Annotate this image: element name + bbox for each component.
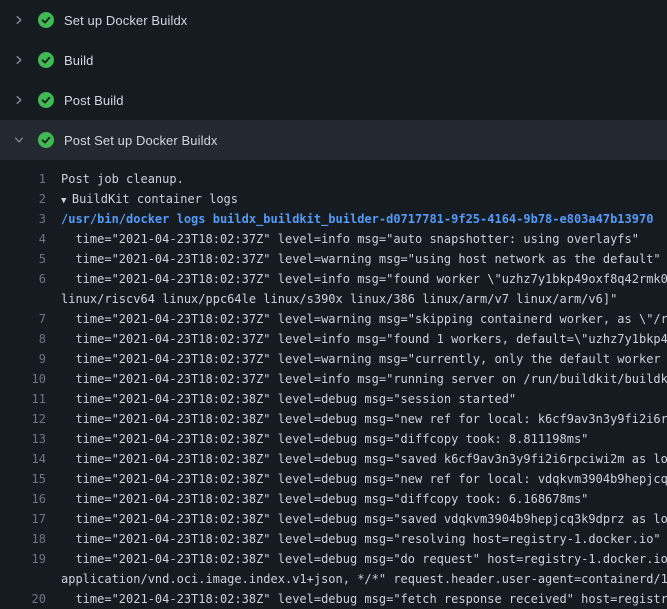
group-title[interactable]: BuildKit container logs — [72, 192, 238, 206]
log-line-text: time="2021-04-23T18:02:38Z" level=debug … — [46, 589, 667, 609]
log-line-number[interactable]: 4 — [0, 229, 46, 249]
log-line-text: time="2021-04-23T18:02:37Z" level=info m… — [46, 329, 667, 349]
log-line-number[interactable]: 10 — [0, 369, 46, 389]
step-label: Post Set up Docker Buildx — [64, 133, 218, 148]
log-line: application/vnd.oci.image.index.v1+json,… — [0, 569, 667, 589]
log-line-text: time="2021-04-23T18:02:38Z" level=debug … — [46, 449, 667, 469]
log-line-number[interactable]: 5 — [0, 249, 46, 269]
log-line: linux/riscv64 linux/ppc64le linux/s390x … — [0, 289, 667, 309]
log-line-text: time="2021-04-23T18:02:38Z" level=debug … — [46, 389, 667, 409]
log-line: 10 time="2021-04-23T18:02:37Z" level=inf… — [0, 369, 667, 389]
success-check-icon — [38, 12, 54, 28]
log-line-text: time="2021-04-23T18:02:37Z" level=info m… — [46, 229, 667, 249]
step-row[interactable]: Post Set up Docker Buildx — [0, 120, 667, 160]
step-label: Set up Docker Buildx — [64, 13, 187, 28]
log-line-number[interactable]: 6 — [0, 269, 46, 289]
log-line-text: time="2021-04-23T18:02:37Z" level=warnin… — [46, 349, 667, 369]
log-line-number[interactable]: 3 — [0, 209, 46, 229]
log-line-text: time="2021-04-23T18:02:38Z" level=debug … — [46, 509, 667, 529]
log-line: 4 time="2021-04-23T18:02:37Z" level=info… — [0, 229, 667, 249]
log-line-text: Post job cleanup. — [46, 169, 667, 189]
step-row[interactable]: Set up Docker Buildx — [0, 0, 667, 40]
log-line-text: time="2021-04-23T18:02:37Z" level=warnin… — [46, 249, 667, 269]
log-line: 15 time="2021-04-23T18:02:38Z" level=deb… — [0, 469, 667, 489]
log-line-text: time="2021-04-23T18:02:38Z" level=debug … — [46, 529, 667, 549]
step-row[interactable]: Post Build — [0, 80, 667, 120]
log-line-text: ▼ BuildKit container logs — [46, 189, 667, 209]
log-line: 19 time="2021-04-23T18:02:38Z" level=deb… — [0, 549, 667, 569]
log-line-number[interactable]: 11 — [0, 389, 46, 409]
success-check-icon — [38, 92, 54, 108]
log-line-number[interactable]: 17 — [0, 509, 46, 529]
log-line-number[interactable]: 18 — [0, 529, 46, 549]
log-line: 8 time="2021-04-23T18:02:37Z" level=info… — [0, 329, 667, 349]
log-line: 13 time="2021-04-23T18:02:38Z" level=deb… — [0, 429, 667, 449]
log-line-text: time="2021-04-23T18:02:37Z" level=info m… — [46, 269, 667, 289]
log-line-text: time="2021-04-23T18:02:38Z" level=debug … — [46, 549, 667, 569]
log-line-text: time="2021-04-23T18:02:38Z" level=debug … — [46, 469, 667, 489]
log-line-number[interactable]: 12 — [0, 409, 46, 429]
log-line: 2 ▼ BuildKit container logs — [0, 189, 667, 209]
step-label: Build — [64, 53, 93, 68]
log-line-number[interactable]: 13 — [0, 429, 46, 449]
log-line-text: time="2021-04-23T18:02:37Z" level=info m… — [46, 369, 667, 389]
group-expanded-icon[interactable]: ▼ — [61, 196, 72, 206]
log-line-number[interactable]: 1 — [0, 169, 46, 189]
log-line: 11 time="2021-04-23T18:02:38Z" level=deb… — [0, 389, 667, 409]
log-line: 5 time="2021-04-23T18:02:37Z" level=warn… — [0, 249, 667, 269]
log-view: 1 Post job cleanup. 2 ▼ BuildKit contain… — [0, 160, 667, 609]
log-line: 20 time="2021-04-23T18:02:38Z" level=deb… — [0, 589, 667, 609]
log-line-number[interactable]: 9 — [0, 349, 46, 369]
log-line-number[interactable]: 20 — [0, 589, 46, 609]
log-line: 16 time="2021-04-23T18:02:38Z" level=deb… — [0, 489, 667, 509]
chevron-down-icon[interactable] — [12, 133, 26, 147]
log-line: 9 time="2021-04-23T18:02:37Z" level=warn… — [0, 349, 667, 369]
log-line: 12 time="2021-04-23T18:02:38Z" level=deb… — [0, 409, 667, 429]
log-line-number[interactable]: 7 — [0, 309, 46, 329]
log-line: 17 time="2021-04-23T18:02:38Z" level=deb… — [0, 509, 667, 529]
log-line-number[interactable]: 8 — [0, 329, 46, 349]
step-label: Post Build — [64, 93, 124, 108]
log-line-number[interactable]: 2 — [0, 189, 46, 209]
log-line: 14 time="2021-04-23T18:02:38Z" level=deb… — [0, 449, 667, 469]
log-line-number[interactable]: 15 — [0, 469, 46, 489]
log-line-text: application/vnd.oci.image.index.v1+json,… — [46, 569, 667, 589]
success-check-icon — [38, 52, 54, 68]
log-line-text: time="2021-04-23T18:02:38Z" level=debug … — [46, 429, 667, 449]
log-line-text: time="2021-04-23T18:02:38Z" level=debug … — [46, 489, 667, 509]
log-line-text: /usr/bin/docker logs buildx_buildkit_bui… — [46, 209, 667, 229]
log-line-text: time="2021-04-23T18:02:37Z" level=warnin… — [46, 309, 667, 329]
log-line: 3 /usr/bin/docker logs buildx_buildkit_b… — [0, 209, 667, 229]
step-row[interactable]: Build — [0, 40, 667, 80]
chevron-right-icon[interactable] — [12, 53, 26, 67]
log-line: 1 Post job cleanup. — [0, 169, 667, 189]
chevron-right-icon[interactable] — [12, 93, 26, 107]
log-line-number[interactable]: 14 — [0, 449, 46, 469]
job-steps: Set up Docker Buildx Build P — [0, 0, 667, 160]
log-line-number[interactable]: 19 — [0, 549, 46, 569]
log-line-number[interactable] — [0, 569, 46, 589]
log-line-number[interactable]: 16 — [0, 489, 46, 509]
chevron-right-icon[interactable] — [12, 13, 26, 27]
log-line-text: linux/riscv64 linux/ppc64le linux/s390x … — [46, 289, 667, 309]
log-line: 6 time="2021-04-23T18:02:37Z" level=info… — [0, 269, 667, 289]
log-line-text: time="2021-04-23T18:02:38Z" level=debug … — [46, 409, 667, 429]
success-check-icon — [38, 132, 54, 148]
log-line-number[interactable] — [0, 289, 46, 309]
log-line: 18 time="2021-04-23T18:02:38Z" level=deb… — [0, 529, 667, 549]
log-line: 7 time="2021-04-23T18:02:37Z" level=warn… — [0, 309, 667, 329]
